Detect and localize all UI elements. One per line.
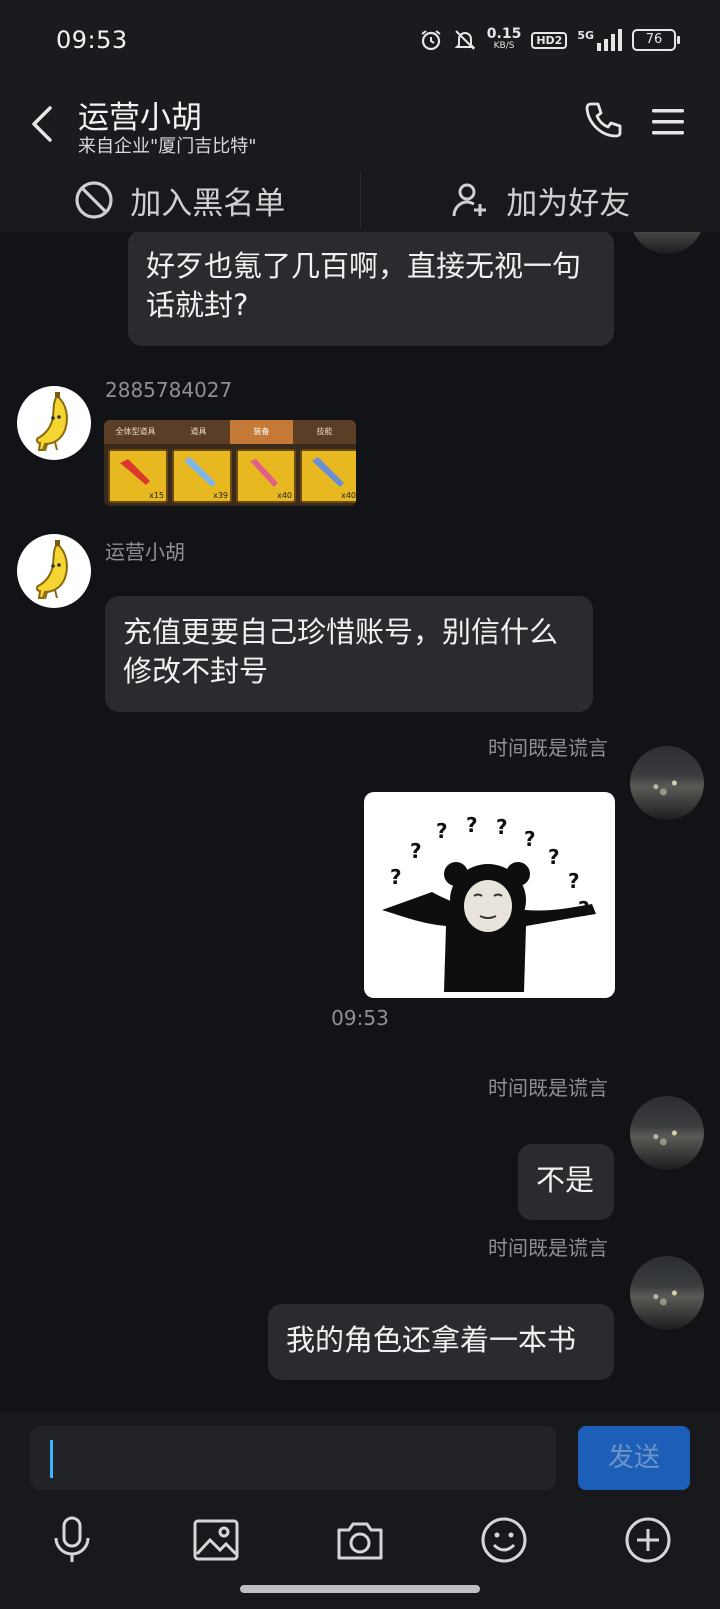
signal-label: 5G: [577, 28, 594, 42]
message-text: 不是: [536, 1163, 595, 1197]
game-item: x39: [172, 449, 232, 503]
net-speed-unit: KB/S: [493, 41, 515, 51]
svg-text:?: ?: [568, 869, 580, 893]
composer-toolbar: [0, 1514, 720, 1574]
phone-icon[interactable]: [582, 100, 624, 142]
mute-icon: [454, 30, 476, 50]
message-bubble[interactable]: 充值更要自己珍惜账号，别信什么修改不封号: [105, 596, 593, 712]
game-tab: 技能: [316, 427, 333, 436]
game-tab: 道具: [190, 427, 207, 436]
stranger-action-bar: 加入黑名单 加为好友: [0, 168, 720, 232]
chat-subtitle: 来自企业"厦门吉比特": [78, 136, 257, 157]
text-caret: [50, 1440, 53, 1478]
game-tab: 装备: [230, 420, 293, 444]
game-item-grid: x15 x39 x40 x40: [104, 444, 356, 506]
image-icon[interactable]: [190, 1514, 242, 1566]
home-indicator[interactable]: [240, 1585, 480, 1593]
message-text: 充值更要自己珍惜账号，别信什么修改不封号: [123, 615, 559, 688]
block-icon: [75, 181, 113, 219]
svg-text:?: ?: [410, 839, 422, 863]
battery-level: 76: [645, 32, 663, 47]
composer: 发送: [0, 1412, 720, 1609]
banana-icon: [35, 540, 68, 600]
svg-text:?: ?: [436, 819, 448, 843]
sender-name: 时间既是谎言: [488, 1236, 608, 1260]
game-item: x15: [108, 449, 168, 503]
avatar[interactable]: [630, 1096, 704, 1170]
message-bubble[interactable]: 我的角色还拿着一本书: [268, 1304, 614, 1380]
item-count: x40: [341, 491, 356, 500]
svg-text:?: ?: [496, 815, 508, 839]
time-separator: 09:53: [331, 1006, 389, 1030]
message-list[interactable]: 好歹也氪了几百啊，直接无视一句话就封? 2885784027 全体型道具 道具 …: [0, 232, 720, 1412]
svg-text:?: ?: [390, 865, 402, 889]
battery-indicator: 76: [632, 29, 680, 51]
svg-text:?: ?: [466, 813, 478, 837]
hd-badge: HD2: [531, 31, 568, 49]
alarm-icon: [421, 30, 441, 51]
net-speed: 0.15 KB/S: [486, 26, 522, 52]
status-time: 09:53: [56, 26, 128, 54]
game-screenshot-image[interactable]: 全体型道具 道具 装备 技能 x15 x39 x40 x40: [104, 420, 356, 506]
signal-icon: [597, 29, 622, 51]
net-speed-value: 0.15: [486, 26, 522, 42]
menu-icon[interactable]: [650, 102, 686, 142]
avatar[interactable]: [17, 386, 91, 460]
add-friend-button[interactable]: 加为好友: [361, 168, 720, 232]
game-tabs: 全体型道具 道具 装备 技能: [104, 420, 356, 444]
message-bubble[interactable]: 好歹也氪了几百啊，直接无视一句话就封?: [128, 232, 614, 346]
avatar[interactable]: [17, 534, 91, 608]
item-count: x15: [149, 491, 164, 500]
game-item: x40: [300, 449, 356, 503]
emoji-icon[interactable]: [478, 1514, 530, 1566]
mic-icon[interactable]: [46, 1514, 98, 1566]
message-text: 我的角色还拿着一本书: [286, 1323, 577, 1357]
avatar[interactable]: [630, 232, 704, 254]
add-friend-icon: [452, 183, 487, 217]
banana-icon: [35, 392, 68, 452]
svg-text:?: ?: [548, 845, 560, 869]
item-count: x40: [277, 491, 292, 500]
status-bar: 09:53 0.15 KB/S HD2 5G 76: [0, 0, 720, 84]
item-count: x39: [213, 491, 228, 500]
sender-name: 时间既是谎言: [488, 1076, 608, 1100]
sender-name: 运营小胡: [105, 540, 185, 564]
send-button[interactable]: 发送: [578, 1426, 690, 1490]
game-tab: 全体型道具: [115, 427, 156, 436]
block-button[interactable]: 加入黑名单: [0, 168, 360, 232]
message-text: 好歹也氪了几百啊，直接无视一句话就封?: [146, 249, 582, 322]
status-icons: 0.15 KB/S HD2 5G 76: [419, 26, 680, 52]
avatar[interactable]: [630, 1256, 704, 1330]
sender-name: 2885784027: [105, 378, 233, 402]
chat-title: 运营小胡: [78, 100, 202, 136]
message-input[interactable]: [30, 1426, 556, 1490]
sticker-image[interactable]: ??? ??? ???: [364, 792, 615, 998]
game-item: x40: [236, 449, 296, 503]
message-bubble[interactable]: 不是: [518, 1144, 614, 1220]
back-icon[interactable]: [24, 102, 64, 146]
sender-name: 时间既是谎言: [488, 736, 608, 760]
plus-icon[interactable]: [622, 1514, 674, 1566]
chat-header: 运营小胡 来自企业"厦门吉比特": [0, 84, 720, 168]
avatar[interactable]: [630, 746, 704, 820]
svg-text:?: ?: [524, 827, 536, 851]
block-label: 加入黑名单: [130, 185, 286, 222]
camera-icon[interactable]: [334, 1514, 386, 1566]
add-friend-label: 加为好友: [506, 185, 631, 222]
